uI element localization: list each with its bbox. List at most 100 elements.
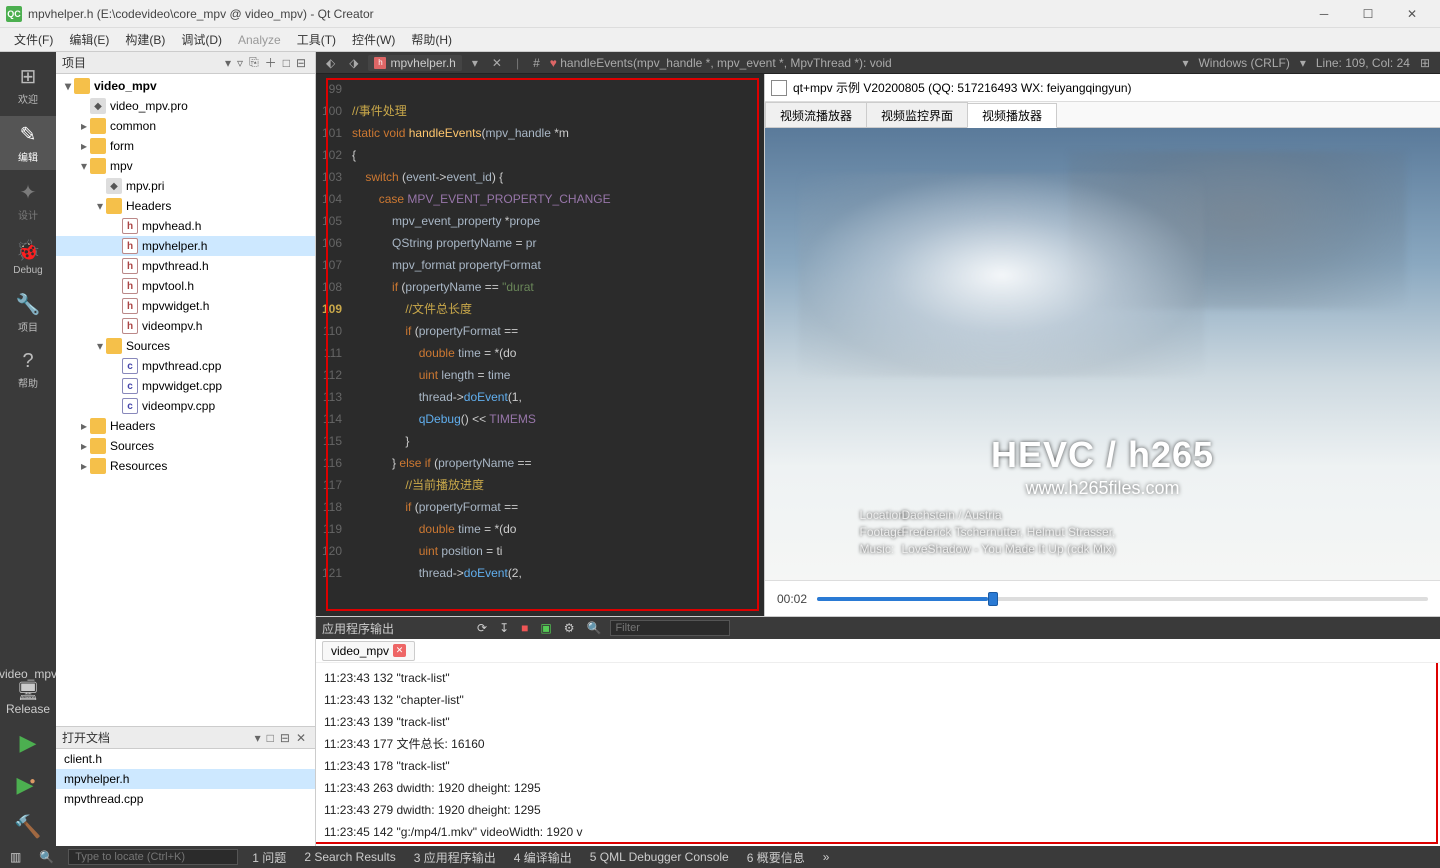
tree-node[interactable]: ▸hmpvhead.h bbox=[56, 216, 315, 236]
encoding-dropdown-icon[interactable]: ▾ bbox=[1178, 56, 1192, 70]
menu-edit[interactable]: 编辑(E) bbox=[61, 31, 117, 48]
mode-design[interactable]: ✦ 设计 bbox=[0, 174, 56, 228]
tree-node[interactable]: ▾Sources bbox=[56, 336, 315, 356]
attach-icon[interactable]: ▣ bbox=[537, 621, 554, 635]
eol-dropdown-icon[interactable]: ▾ bbox=[1296, 56, 1310, 70]
tree-node[interactable]: ▸cmpvwidget.cpp bbox=[56, 376, 315, 396]
close-button[interactable]: ✕ bbox=[1390, 0, 1434, 28]
close-tab-icon[interactable]: ✕ bbox=[488, 56, 506, 70]
sb-compile-output[interactable]: 4 编译输出 bbox=[510, 849, 576, 866]
menu-analyze[interactable]: Analyze bbox=[230, 33, 289, 47]
tab-video-player[interactable]: 视频播放器 bbox=[967, 103, 1057, 128]
close-icon[interactable]: ✕ bbox=[293, 731, 309, 745]
editor-file-tab[interactable]: h mpvhelper.h bbox=[368, 55, 461, 71]
seek-thumb[interactable] bbox=[988, 592, 998, 606]
search-icon[interactable]: 🔍 bbox=[584, 621, 605, 635]
symbol-breadcrumb[interactable]: ♥ handleEvents(mpv_handle *, mpv_event *… bbox=[550, 56, 892, 70]
tree-node[interactable]: ▸hmpvtool.h bbox=[56, 276, 315, 296]
tree-node[interactable]: ▸◆mpv.pri bbox=[56, 176, 315, 196]
run-button[interactable]: ▶ bbox=[0, 724, 56, 762]
nav-back-icon[interactable]: ⬖ bbox=[322, 56, 339, 70]
tree-node[interactable]: ▾video_mpv bbox=[56, 76, 315, 96]
add-icon[interactable]: ＋ bbox=[262, 54, 280, 71]
output-tab[interactable]: video_mpv ✕ bbox=[322, 641, 415, 661]
mode-debug[interactable]: 🐞 Debug bbox=[0, 232, 56, 282]
mode-projects[interactable]: 🔧 项目 bbox=[0, 286, 56, 340]
menu-tools[interactable]: 工具(T) bbox=[289, 31, 344, 48]
open-docs-list[interactable]: client.hmpvhelper.hmpvthread.cpp bbox=[56, 749, 315, 846]
build-button[interactable]: 🔨 bbox=[0, 808, 56, 846]
gear-icon[interactable]: ⚙ bbox=[561, 621, 578, 635]
mode-help[interactable]: ? 帮助 bbox=[0, 344, 56, 396]
tree-node[interactable]: ▸hmpvhelper.h bbox=[56, 236, 315, 256]
open-doc-item[interactable]: mpvhelper.h bbox=[56, 769, 315, 789]
rerun-icon[interactable]: ⟳ bbox=[474, 621, 490, 635]
step-icon[interactable]: ↧ bbox=[496, 621, 512, 635]
kit-selector[interactable]: video_mpv 🖥 Release bbox=[0, 663, 57, 720]
stop-icon[interactable]: ■ bbox=[518, 621, 531, 635]
output-body[interactable]: 11:23:43 132 "track-list"11:23:43 132 "c… bbox=[316, 663, 1440, 846]
split-icon[interactable]: □ bbox=[280, 56, 293, 70]
filter-icon[interactable]: ▿ bbox=[234, 56, 246, 70]
project-tree[interactable]: ▾video_mpv▸◆video_mpv.pro▸common▸form▾mp… bbox=[56, 74, 315, 726]
minimize-button[interactable]: ─ bbox=[1302, 0, 1346, 28]
split-editor-icon[interactable]: ⊞ bbox=[1416, 56, 1434, 70]
toggle-sidebar-icon[interactable]: ▥ bbox=[6, 850, 25, 864]
close-dock-icon[interactable]: ⊟ bbox=[293, 56, 309, 70]
dropdown-icon[interactable]: ▾ bbox=[222, 56, 234, 70]
tab-monitor[interactable]: 视频监控界面 bbox=[866, 102, 968, 127]
locator-input[interactable] bbox=[68, 849, 238, 865]
tree-node[interactable]: ▾Headers bbox=[56, 196, 315, 216]
sb-qml-console[interactable]: 5 QML Debugger Console bbox=[586, 850, 733, 864]
editor-file-label: mpvhelper.h bbox=[390, 56, 455, 70]
tree-node[interactable]: ▸◆video_mpv.pro bbox=[56, 96, 315, 116]
split-icon[interactable]: □ bbox=[264, 731, 277, 745]
search-icon[interactable]: 🔍 bbox=[35, 850, 58, 864]
tree-node[interactable]: ▸cvideompv.cpp bbox=[56, 396, 315, 416]
close-icon[interactable]: ✕ bbox=[393, 644, 406, 657]
menu-help[interactable]: 帮助(H) bbox=[403, 31, 460, 48]
mode-label: 项目 bbox=[0, 319, 56, 334]
run-debug-button[interactable]: ▶● bbox=[0, 766, 56, 804]
code-editor[interactable]: 9910010110210310410510610710810911011111… bbox=[316, 74, 764, 616]
cursor-position[interactable]: Line: 109, Col: 24 bbox=[1316, 56, 1410, 70]
tab-stream-player[interactable]: 视频流播放器 bbox=[765, 102, 867, 127]
menu-build[interactable]: 构建(B) bbox=[117, 31, 173, 48]
code-area[interactable]: //事件处理static void handleEvents(mpv_handl… bbox=[352, 74, 764, 616]
file-dropdown-icon[interactable]: ▾ bbox=[468, 56, 482, 70]
tree-node[interactable]: ▸form bbox=[56, 136, 315, 156]
menu-file[interactable]: 文件(F) bbox=[6, 31, 61, 48]
chevron-icon[interactable]: » bbox=[819, 850, 834, 864]
dropdown-icon[interactable]: ▾ bbox=[252, 731, 264, 745]
sb-search-results[interactable]: 2 Search Results bbox=[300, 850, 399, 864]
mode-welcome[interactable]: ⊞ 欢迎 bbox=[0, 58, 56, 112]
line-gutter[interactable]: 9910010110210310410510610710810911011111… bbox=[316, 74, 352, 616]
seek-slider[interactable] bbox=[817, 597, 1428, 601]
sb-issues[interactable]: 1 问题 bbox=[248, 849, 290, 866]
encoding-label[interactable]: Windows (CRLF) bbox=[1198, 56, 1289, 70]
mode-edit[interactable]: ✎ 编辑 bbox=[0, 116, 56, 170]
output-filter-input[interactable] bbox=[610, 620, 730, 636]
link-icon[interactable]: ⎘ bbox=[246, 55, 262, 70]
open-doc-item[interactable]: mpvthread.cpp bbox=[56, 789, 315, 809]
tree-node[interactable]: ▸Sources bbox=[56, 436, 315, 456]
sb-summary[interactable]: 6 概要信息 bbox=[743, 849, 809, 866]
video-viewport[interactable]: HEVC / h265 www.h265files.com Location:D… bbox=[765, 128, 1440, 580]
tree-node[interactable]: ▸Resources bbox=[56, 456, 315, 476]
sb-app-output[interactable]: 3 应用程序输出 bbox=[410, 849, 500, 866]
tree-node[interactable]: ▾mpv bbox=[56, 156, 315, 176]
tree-node[interactable]: ▸hvideompv.h bbox=[56, 316, 315, 336]
close-dock-icon[interactable]: ⊟ bbox=[277, 731, 293, 745]
output-header: 应用程序输出 ⟳ ↧ ■ ▣ ⚙ 🔍 bbox=[316, 617, 1440, 639]
tree-node[interactable]: ▸common bbox=[56, 116, 315, 136]
tree-node[interactable]: ▸hmpvwidget.h bbox=[56, 296, 315, 316]
menu-widgets[interactable]: 控件(W) bbox=[344, 31, 403, 48]
menu-debug[interactable]: 调试(D) bbox=[173, 31, 230, 48]
maximize-button[interactable]: ☐ bbox=[1346, 0, 1390, 28]
tree-node[interactable]: ▸Headers bbox=[56, 416, 315, 436]
bookmark-icon[interactable]: # bbox=[529, 56, 544, 70]
nav-fwd-icon[interactable]: ⬗ bbox=[345, 56, 362, 70]
tree-node[interactable]: ▸cmpvthread.cpp bbox=[56, 356, 315, 376]
tree-node[interactable]: ▸hmpvthread.h bbox=[56, 256, 315, 276]
open-doc-item[interactable]: client.h bbox=[56, 749, 315, 769]
